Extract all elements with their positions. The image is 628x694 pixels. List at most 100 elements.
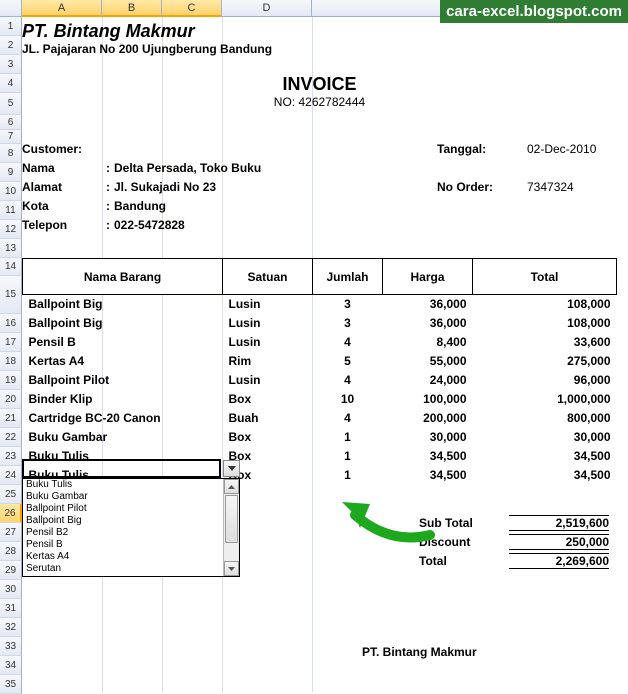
dropdown-item[interactable]: Ballpoint Big	[23, 515, 239, 527]
row-header-6[interactable]: 6	[0, 115, 22, 130]
cell-name[interactable]: Cartridge BC-20 Canon	[23, 409, 223, 428]
cell-price[interactable]: 36,000	[383, 295, 473, 314]
col-header-b[interactable]: B	[102, 0, 162, 17]
cell-total[interactable]: 30,000	[473, 428, 617, 447]
cell-qty[interactable]: 1	[313, 466, 383, 485]
row-header-5[interactable]: 5	[0, 93, 22, 115]
cell-name[interactable]: Pensil B	[23, 333, 223, 352]
cell-qty[interactable]: 10	[313, 390, 383, 409]
row-header-25[interactable]: 25	[0, 485, 22, 504]
row-header-26[interactable]: 26	[0, 504, 22, 523]
row-header-20[interactable]: 20	[0, 390, 22, 409]
cell-name[interactable]: Ballpoint Pilot	[23, 371, 223, 390]
cell-name[interactable]: Ballpoint Big	[23, 295, 223, 314]
cell-name[interactable]: Kertas A4	[23, 352, 223, 371]
cell-total[interactable]: 800,000	[473, 409, 617, 428]
cell-price[interactable]: 34,500	[383, 466, 473, 485]
cell-total[interactable]: 108,000	[473, 314, 617, 333]
row-header-7[interactable]: 7	[0, 130, 22, 144]
row-header-17[interactable]: 17	[0, 333, 22, 352]
data-validation-dropdown-button[interactable]	[223, 460, 240, 477]
row-header-23[interactable]: 23	[0, 447, 22, 466]
row-header-9[interactable]: 9	[0, 163, 22, 182]
row-header-11[interactable]: 11	[0, 201, 22, 220]
row-header-19[interactable]: 19	[0, 371, 22, 390]
dropdown-item[interactable]: Buku Tulis	[23, 479, 239, 491]
row-header-34[interactable]: 34	[0, 656, 22, 675]
scroll-up-button[interactable]	[224, 479, 239, 494]
cell-unit[interactable]: Lusin	[223, 333, 313, 352]
cell-name[interactable]: Buku Gambar	[23, 428, 223, 447]
cell-name[interactable]: Buku Tulis	[23, 447, 223, 466]
cell-qty[interactable]: 3	[313, 295, 383, 314]
cell-total[interactable]: 1,000,000	[473, 390, 617, 409]
dropdown-item[interactable]: Ballpoint Pilot	[23, 503, 239, 515]
cell-unit[interactable]: Box	[223, 390, 313, 409]
cell-name[interactable]: Ballpoint Big	[23, 314, 223, 333]
row-header-28[interactable]: 28	[0, 542, 22, 561]
cell-total[interactable]: 108,000	[473, 295, 617, 314]
cell-qty[interactable]: 3	[313, 314, 383, 333]
cell-price[interactable]: 200,000	[383, 409, 473, 428]
row-header-2[interactable]: 2	[0, 36, 22, 55]
cell-price[interactable]: 8,400	[383, 333, 473, 352]
row-header-1[interactable]: 1	[0, 17, 22, 36]
row-header-13[interactable]: 13	[0, 239, 22, 258]
dropdown-item[interactable]: Pensil B2	[23, 527, 239, 539]
row-header-24[interactable]: 24	[0, 466, 22, 485]
cell-total[interactable]: 34,500	[473, 447, 617, 466]
cell-unit[interactable]: Box	[223, 428, 313, 447]
col-header-a[interactable]: A	[22, 0, 102, 17]
row-header-27[interactable]: 27	[0, 523, 22, 542]
row-header-32[interactable]: 32	[0, 618, 22, 637]
select-all-corner[interactable]	[0, 0, 22, 17]
cell-qty[interactable]: 4	[313, 333, 383, 352]
cell-qty[interactable]: 4	[313, 371, 383, 390]
dropdown-item[interactable]: Serutan	[23, 563, 239, 575]
cell-unit[interactable]: Rim	[223, 352, 313, 371]
cell-unit[interactable]: Lusin	[223, 314, 313, 333]
cell-total[interactable]: 96,000	[473, 371, 617, 390]
cell-total[interactable]: 275,000	[473, 352, 617, 371]
dropdown-item[interactable]: Buku Gambar	[23, 491, 239, 503]
row-header-16[interactable]: 16	[0, 314, 22, 333]
cell-qty[interactable]: 5	[313, 352, 383, 371]
cell-price[interactable]: 36,000	[383, 314, 473, 333]
col-header-c[interactable]: C	[162, 0, 222, 17]
row-header-22[interactable]: 22	[0, 428, 22, 447]
row-header-31[interactable]: 31	[0, 599, 22, 618]
row-header-3[interactable]: 3	[0, 55, 22, 74]
cell-qty[interactable]: 4	[313, 409, 383, 428]
dropdown-item[interactable]: Kertas A4	[23, 551, 239, 563]
row-header-12[interactable]: 12	[0, 220, 22, 239]
col-header-d[interactable]: D	[222, 0, 312, 17]
scroll-thumb[interactable]	[225, 495, 238, 543]
cell-unit[interactable]: Lusin	[223, 295, 313, 314]
cell-price[interactable]: 100,000	[383, 390, 473, 409]
row-header-8[interactable]: 8	[0, 144, 22, 163]
row-header-29[interactable]: 29	[0, 561, 22, 580]
row-header-33[interactable]: 33	[0, 637, 22, 656]
cell-qty[interactable]: 1	[313, 428, 383, 447]
cell-total[interactable]: 34,500	[473, 466, 617, 485]
row-header-21[interactable]: 21	[0, 409, 22, 428]
cell-name[interactable]: Binder Klip	[23, 390, 223, 409]
dropdown-list[interactable]: Buku TulisBuku GambarBallpoint PilotBall…	[22, 478, 240, 577]
row-header-10[interactable]: 10	[0, 182, 22, 201]
dropdown-item[interactable]: Pensil B	[23, 539, 239, 551]
dropdown-scrollbar[interactable]	[223, 479, 239, 576]
cell-qty[interactable]: 1	[313, 447, 383, 466]
row-header-4[interactable]: 4	[0, 74, 22, 93]
cell-unit[interactable]: Lusin	[223, 371, 313, 390]
cell-total[interactable]: 33,600	[473, 333, 617, 352]
row-header-15[interactable]: 15	[0, 276, 22, 314]
cell-price[interactable]: 34,500	[383, 447, 473, 466]
cell-price[interactable]: 55,000	[383, 352, 473, 371]
cell-unit[interactable]: Buah	[223, 409, 313, 428]
scroll-down-button[interactable]	[224, 561, 239, 576]
row-header-35[interactable]: 35	[0, 675, 22, 694]
row-header-18[interactable]: 18	[0, 352, 22, 371]
row-header-30[interactable]: 30	[0, 580, 22, 599]
row-header-14[interactable]: 14	[0, 258, 22, 276]
cell-price[interactable]: 24,000	[383, 371, 473, 390]
